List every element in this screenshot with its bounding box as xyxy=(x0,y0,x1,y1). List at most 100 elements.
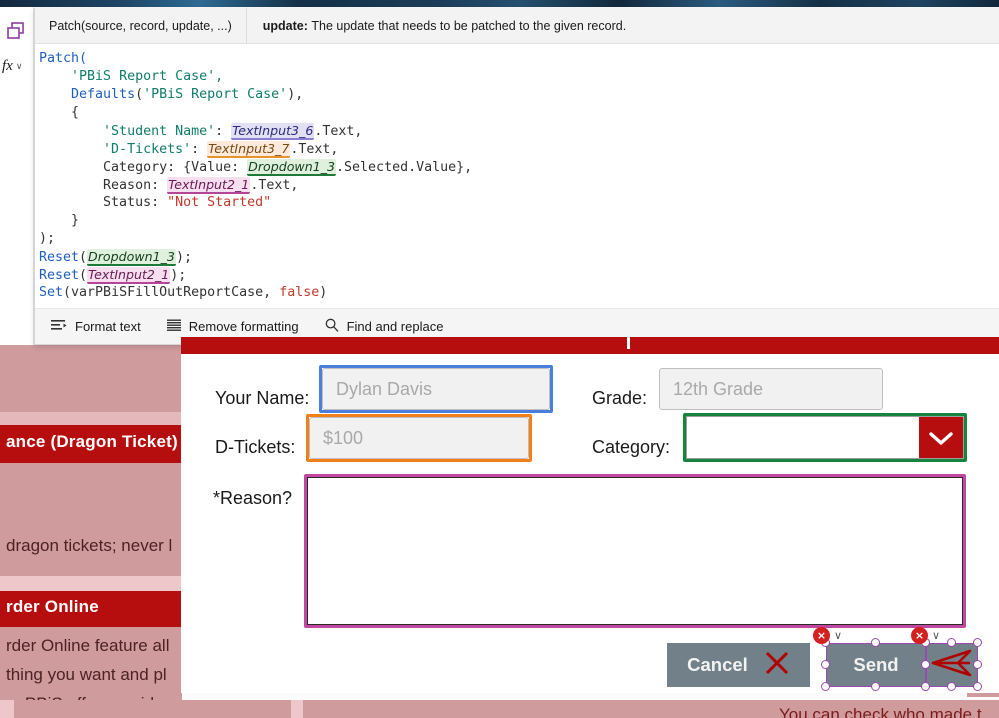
code-token: Defaults xyxy=(71,87,136,102)
code-token: .Text, xyxy=(250,178,299,193)
code-token: Reason: xyxy=(39,178,168,193)
code-token: : xyxy=(215,124,232,139)
send-arrow-error-chevron[interactable]: ∨ xyxy=(932,629,940,642)
formula-param-desc: update: The update that needs to be patc… xyxy=(247,8,642,44)
send-arrow-icon xyxy=(930,648,974,683)
find-and-replace-button[interactable]: Find and replace xyxy=(325,318,444,335)
bg-bottom-pink-b xyxy=(291,700,303,718)
formula-code-editor[interactable]: Patch( 'PBiS Report Case', Defaults('PBi… xyxy=(35,44,999,309)
code-token: Set xyxy=(39,285,64,300)
search-icon xyxy=(325,318,339,335)
code-token: .Selected.Value}, xyxy=(336,160,473,175)
report-case-form: Your Name: Dylan Davis Grade: 12th Grade… xyxy=(181,337,999,693)
code-token: } xyxy=(39,213,80,228)
bg-divider-2 xyxy=(0,412,182,425)
code-line: Set(varPBiSFillOutReportCase, false) xyxy=(35,284,999,302)
code-line: Reset(Dropdown1_3); xyxy=(35,248,999,266)
formula-param-text: The update that needs to be patched to t… xyxy=(311,18,627,33)
name-input[interactable]: Dylan Davis xyxy=(322,368,550,410)
send-arrow-error-badge[interactable]: × xyxy=(911,627,928,644)
code-token: .Text, xyxy=(290,142,339,157)
code-token: { xyxy=(39,105,80,120)
category-dropdown[interactable] xyxy=(686,416,964,459)
send-button-error-chevron[interactable]: ∨ xyxy=(834,629,842,642)
bg-dance-body-text: dragon tickets; never l xyxy=(6,536,173,555)
bg-band-dance: ance (Dragon Ticket) xyxy=(0,425,182,463)
formula-editor-panel: Patch(source, record, update, ...) updat… xyxy=(34,7,999,345)
formula-gutter: fx ∨ xyxy=(0,7,34,345)
code-token: 'D-Tickets' xyxy=(103,142,192,157)
cancel-button[interactable]: Cancel xyxy=(667,643,810,687)
bg-bottom-rose-b: You can check who made t xyxy=(303,700,999,718)
reason-label: *Reason? xyxy=(213,488,293,508)
code-token: ( xyxy=(135,87,144,102)
code-token: ); xyxy=(170,268,187,283)
code-token: ( xyxy=(79,268,88,283)
code-token: ) xyxy=(319,285,328,300)
code-token: ( xyxy=(79,250,88,265)
name-input-placeholder: Dylan Davis xyxy=(336,378,433,399)
grade-input[interactable]: 12th Grade xyxy=(659,368,883,410)
code-line: Patch( xyxy=(35,50,999,68)
code-line: Reset(TextInput2_1); xyxy=(35,266,999,284)
fx-text: fx xyxy=(2,57,13,74)
code-token: ); xyxy=(39,231,56,246)
bg-bottom-rose-a xyxy=(14,700,291,718)
code-token-reference: TextInput3_6 xyxy=(231,123,315,140)
find-and-replace-label: Find and replace xyxy=(346,319,444,334)
chevron-down-icon xyxy=(929,431,953,445)
reason-textarea[interactable] xyxy=(307,477,963,625)
code-line: Category: {Value: Dropdown1_3.Selected.V… xyxy=(35,158,999,176)
formula-signature-text: Patch(source, record, update, ...) xyxy=(49,18,232,33)
formula-param-name: update: xyxy=(262,18,308,33)
code-token-reference: Dropdown1_3 xyxy=(87,249,176,266)
code-line: Status: "Not Started" xyxy=(35,194,999,212)
send-arrow-error-symbol: × xyxy=(914,629,925,642)
code-line: Defaults('PBiS Report Case'), xyxy=(35,86,999,104)
bg-order-body-line-1: rder Online feature all xyxy=(6,636,170,655)
category-dropdown-button[interactable] xyxy=(919,417,963,458)
code-token: 'PBiS Report Case' xyxy=(143,87,288,102)
code-token: 'Student Name' xyxy=(103,124,216,139)
duplicate-icon[interactable] xyxy=(6,21,28,41)
cancel-button-label: Cancel xyxy=(687,654,748,675)
code-token-reference: TextInput3_7 xyxy=(207,141,291,158)
format-text-button[interactable]: Format text xyxy=(51,319,141,334)
dtickets-label: D-Tickets: xyxy=(215,437,296,457)
send-button[interactable]: Send xyxy=(826,643,926,687)
dtickets-input[interactable]: $100 xyxy=(309,417,529,459)
code-line: 'Student Name': TextInput3_6.Text, xyxy=(35,122,999,140)
code-line: { xyxy=(35,104,999,122)
window-chrome-strip xyxy=(0,0,999,7)
format-text-icon xyxy=(51,319,67,334)
formula-signature: Patch(source, record, update, ...) xyxy=(35,7,247,44)
form-accent-bar xyxy=(181,337,999,354)
format-text-label: Format text xyxy=(75,319,141,334)
bg-band-order-online: rder Online xyxy=(0,591,182,627)
send-button-error-symbol: × xyxy=(816,629,827,642)
grade-input-placeholder: 12th Grade xyxy=(673,378,764,399)
remove-formatting-label: Remove formatting xyxy=(188,319,299,334)
code-token: "Not Started" xyxy=(167,195,272,210)
form-caret-marker xyxy=(627,337,630,349)
name-label: Your Name: xyxy=(215,388,310,408)
send-arrow-container[interactable] xyxy=(926,643,978,687)
formula-tooltip: Patch(source, record, update, ...) updat… xyxy=(35,7,999,44)
fx-toggle[interactable]: fx ∨ xyxy=(2,55,32,77)
code-token: .Text, xyxy=(314,124,363,139)
grade-label: Grade: xyxy=(592,388,648,408)
send-button-label: Send xyxy=(853,654,899,675)
dtickets-input-placeholder: $100 xyxy=(323,427,364,448)
remove-formatting-button[interactable]: Remove formatting xyxy=(166,319,299,334)
code-token: 'PBiS Report Case', xyxy=(71,69,224,84)
chevron-down-icon: ∨ xyxy=(15,60,23,71)
code-line: } xyxy=(35,212,999,230)
code-token: Reset xyxy=(39,268,80,283)
send-button-error-badge[interactable]: × xyxy=(813,627,830,644)
bg-bottom-strip-text: You can check who made t xyxy=(779,705,982,718)
code-token: (varPBiSFillOutReportCase, xyxy=(63,285,280,300)
code-token: : xyxy=(191,142,208,157)
